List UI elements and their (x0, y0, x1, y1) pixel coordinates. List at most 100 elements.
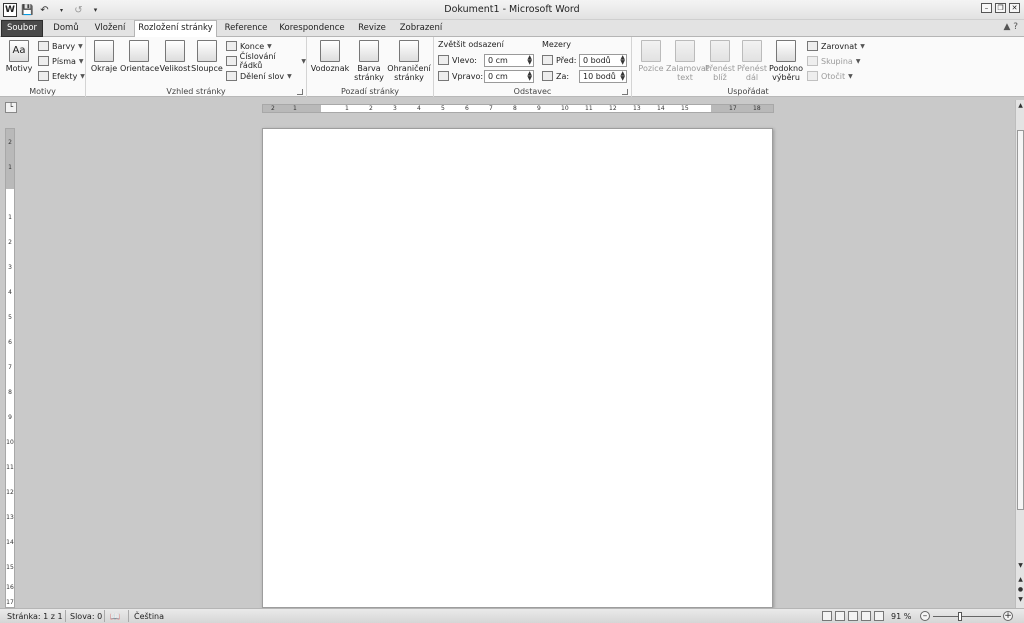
dropdown-arrow-icon: ▼ (848, 72, 853, 80)
za-label: Za: (556, 71, 570, 81)
barvy-button[interactable]: Barvy ▼ (38, 40, 83, 52)
tab-soubor[interactable]: Soubor (1, 20, 43, 37)
konce-label: Konce (240, 41, 265, 51)
full-screen-reading-view-icon[interactable] (835, 611, 845, 621)
tab-revize[interactable]: Revize (352, 21, 392, 37)
paragraph-launcher-icon[interactable] (622, 89, 628, 95)
ruler-tick-label: 15 (681, 105, 689, 112)
scroll-down-icon[interactable]: ▼ (1017, 562, 1024, 569)
restore-button[interactable]: ❐ (995, 3, 1006, 13)
deleni-slov-button[interactable]: Dělení slov ▼ (226, 70, 292, 82)
velikost-button[interactable]: Velikost (159, 40, 191, 73)
ruler-tick-label: 2 (369, 105, 373, 112)
zoom-out-icon[interactable]: – (920, 611, 930, 621)
konce-button[interactable]: Konce ▼ (226, 40, 272, 52)
close-button[interactable]: ✕ (1009, 3, 1020, 13)
proofing-icon[interactable]: 📖 (110, 611, 120, 622)
vruler-tick-label: 1 (8, 164, 12, 171)
barva-stranky-button[interactable]: Barva stránky (351, 40, 387, 82)
help-icon[interactable]: ▲ ? (1003, 22, 1018, 32)
okraje-button[interactable]: Okraje (90, 40, 118, 73)
vruler-tick-label: 1 (8, 214, 12, 221)
orientation-icon (129, 40, 149, 62)
efekty-button[interactable]: Efekty ▼ (38, 70, 85, 82)
browse-object-icon[interactable]: ● (1017, 586, 1024, 593)
group-label-pozadi: Pozadí stránky (340, 87, 400, 96)
watermark-icon (320, 40, 340, 62)
tab-reference[interactable]: Reference (219, 21, 273, 37)
indent-left-icon (438, 55, 449, 65)
sloupce-label: Sloupce (191, 64, 223, 73)
dropdown-arrow-icon: ▼ (855, 57, 861, 65)
status-divider (104, 610, 105, 622)
spacing-before-field[interactable]: 0 bodů ▲ ▼ (579, 54, 627, 67)
window-title: Dokument1 - Microsoft Word (444, 4, 580, 15)
podokno-vyberu-button[interactable]: Podokno výběru (768, 40, 804, 82)
ruler-tick-label: 5 (441, 105, 445, 112)
pisma-button[interactable]: Písma ▼ (38, 55, 84, 67)
skupina-button[interactable]: Skupina ▼ (807, 55, 860, 67)
web-layout-view-icon[interactable] (848, 611, 858, 621)
vruler-tick-label: 2 (8, 239, 12, 246)
vertical-scrollbar[interactable]: ▲ ▼ ▲ ● ▼ (1015, 100, 1024, 608)
tab-zobrazeni[interactable]: Zobrazení (394, 21, 448, 37)
vertical-ruler[interactable]: 2 1 1 2 3 4 5 6 7 8 9 10 11 12 13 14 15 16 17 (5, 128, 15, 608)
tab-domu[interactable]: Domů (46, 21, 86, 37)
spacing-after-value: 10 bodů (583, 72, 616, 81)
pisma-label: Písma (52, 56, 76, 66)
wrap-text-icon (675, 40, 695, 62)
scroll-up-icon[interactable]: ▲ (1017, 102, 1024, 109)
minimize-button[interactable]: – (981, 3, 992, 13)
horizontal-ruler[interactable]: 2 1 1 2 3 4 5 6 7 8 9 10 11 12 13 14 15 17 18 (262, 104, 774, 113)
window-controls: – ❐ ✕ (981, 3, 1020, 13)
indent-left-field[interactable]: 0 cm ▲ ▼ (484, 54, 534, 67)
vruler-tick-label: 14 (6, 539, 14, 546)
zoom-level[interactable]: 91 % (891, 611, 911, 622)
podokno-label-2: výběru (772, 73, 800, 82)
outline-view-icon[interactable] (861, 611, 871, 621)
next-page-icon[interactable]: ▼ (1017, 596, 1024, 603)
page-setup-launcher-icon[interactable] (297, 89, 303, 95)
prenest-dal-button[interactable]: Přenést dál (736, 40, 768, 82)
indent-right-field[interactable]: 0 cm ▲ ▼ (484, 70, 534, 83)
group-label-usporadat: Uspořádat (727, 87, 769, 96)
tab-korespondence[interactable]: Korespondence (275, 21, 349, 37)
pozice-button[interactable]: Pozice (634, 40, 668, 73)
group-vzhled-stranky: Okraje Orientace Velikost Sloupce Konce ▼… (86, 37, 307, 97)
draft-view-icon[interactable] (874, 611, 884, 621)
ohraniceni-stranky-button[interactable]: Ohraničení stránky (387, 40, 431, 82)
spinner-arrows-icon[interactable]: ▲ ▼ (620, 55, 625, 66)
spinner-arrows-icon[interactable]: ▲ ▼ (620, 71, 625, 82)
zalamovat-text-button[interactable]: Zalamovat text (666, 40, 709, 82)
scroll-thumb[interactable] (1017, 130, 1024, 510)
zoom-in-icon[interactable]: + (1003, 611, 1013, 621)
zoom-slider-knob[interactable] (958, 612, 962, 621)
ruler-tick-label: 14 (657, 105, 665, 112)
spinner-arrows-icon[interactable]: ▲ ▼ (527, 55, 532, 66)
motivy-button[interactable]: Aa Motivy (4, 40, 34, 73)
tab-selector-icon[interactable]: └ (5, 102, 17, 113)
previous-page-icon[interactable]: ▲ (1017, 576, 1024, 583)
spinner-arrows-icon[interactable]: ▲ ▼ (527, 71, 532, 82)
page-indicator[interactable]: Stránka: 1 z 1 (7, 611, 63, 622)
vruler-tick-label: 17 (6, 599, 14, 606)
word-count[interactable]: Slova: 0 (70, 611, 102, 622)
tab-vlozeni[interactable]: Vložení (88, 21, 132, 37)
tab-rozlozeni-stranky[interactable]: Rozložení stránky (134, 20, 217, 38)
spacing-after-field[interactable]: 10 bodů ▲ ▼ (579, 70, 627, 83)
ribbon-tabs: Soubor Domů Vložení Rozložení stránky Re… (0, 20, 1024, 38)
velikost-label: Velikost (159, 64, 191, 73)
print-layout-view-icon[interactable] (822, 611, 832, 621)
orientace-button[interactable]: Orientace (120, 40, 159, 73)
cislovani-radku-button[interactable]: Číslování řádků ▼ (226, 52, 306, 70)
document-page[interactable] (262, 128, 773, 608)
position-icon (641, 40, 661, 62)
prenest-bliz-button[interactable]: Přenést blíž (704, 40, 736, 82)
otocit-button[interactable]: Otočit ▼ (807, 70, 853, 82)
zarovnat-button[interactable]: Zarovnat ▼ (807, 40, 865, 52)
language-indicator[interactable]: Čeština (134, 611, 164, 622)
sloupce-button[interactable]: Sloupce (191, 40, 223, 73)
vodoznak-button[interactable]: Vodoznak (310, 40, 350, 73)
zoom-slider[interactable] (933, 616, 1001, 617)
ruler-tick-label: 1 (293, 105, 297, 112)
